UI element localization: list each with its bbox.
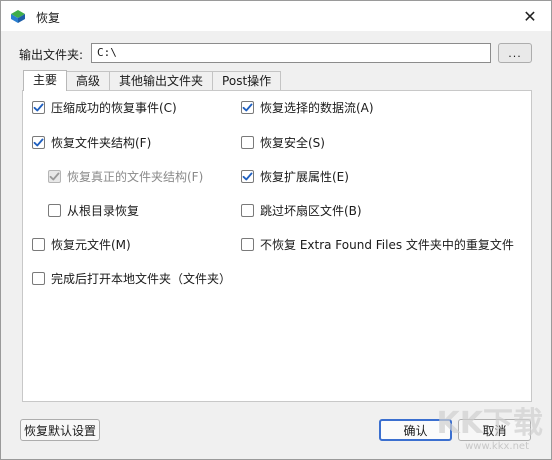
option-no-restore-duplicates[interactable]: 不恢复 Extra Found Files 文件夹中的重复文件 — [241, 236, 514, 253]
option-restore-security[interactable]: 恢复安全(S) — [241, 134, 325, 151]
option-label: 跳过坏扇区文件(B) — [260, 204, 362, 218]
checkbox[interactable] — [241, 170, 254, 183]
checkbox[interactable] — [241, 101, 254, 114]
checkmark-icon — [33, 138, 44, 147]
browse-button[interactable]: ... — [498, 43, 532, 63]
restore-defaults-button[interactable]: 恢复默认设置 — [20, 419, 100, 441]
option-label: 恢复元文件(M) — [51, 238, 131, 252]
option-label: 压缩成功的恢复事件(C) — [51, 101, 177, 115]
svg-text:www.kkx.net: www.kkx.net — [465, 441, 529, 452]
checkbox[interactable] — [241, 238, 254, 251]
checkbox[interactable] — [32, 136, 45, 149]
checkmark-icon — [33, 103, 44, 112]
output-folder-label: 输出文件夹: — [19, 48, 84, 62]
output-folder-input[interactable]: C:\ — [91, 43, 491, 63]
checkbox[interactable] — [48, 204, 61, 217]
ok-button[interactable]: 确认 — [379, 419, 452, 441]
option-label: 恢复安全(S) — [260, 136, 325, 150]
option-restore-folder-structure[interactable]: 恢复文件夹结构(F) — [32, 134, 151, 151]
checkmark-icon — [242, 172, 253, 181]
tab-bar: 主要 高级 其他输出文件夹 Post操作 — [23, 70, 282, 91]
tab-post-actions[interactable]: Post操作 — [212, 71, 282, 90]
checkbox[interactable] — [241, 204, 254, 217]
tab-other-output-folders[interactable]: 其他输出文件夹 — [109, 71, 214, 90]
option-restore-selected-streams[interactable]: 恢复选择的数据流(A) — [241, 99, 374, 116]
checkbox — [48, 170, 61, 183]
checkbox[interactable] — [32, 238, 45, 251]
option-restore-from-root[interactable]: 从根目录恢复 — [48, 202, 139, 219]
checkbox[interactable] — [32, 272, 45, 285]
main-tab-panel: 压缩成功的恢复事件(C) 恢复文件夹结构(F) 恢复真正的文件夹结构(F) 从根… — [22, 90, 532, 402]
option-compress-success[interactable]: 压缩成功的恢复事件(C) — [32, 99, 177, 116]
option-label: 恢复选择的数据流(A) — [260, 101, 374, 115]
option-restore-real-folder-structure: 恢复真正的文件夹结构(F) — [48, 168, 203, 185]
option-skip-bad-sectors[interactable]: 跳过坏扇区文件(B) — [241, 202, 362, 219]
option-open-local-folder[interactable]: 完成后打开本地文件夹（文件夹） — [32, 270, 231, 287]
option-label: 完成后打开本地文件夹（文件夹） — [51, 272, 232, 286]
window-title: 恢复 — [36, 11, 61, 25]
restore-dialog: 恢复 ✕ 输出文件夹: C:\ ... 主要 高级 其他输出文件夹 Post操作… — [0, 0, 552, 460]
checkmark-icon — [242, 103, 253, 112]
checkbox[interactable] — [32, 101, 45, 114]
tab-main[interactable]: 主要 — [23, 70, 68, 91]
app-icon — [9, 7, 27, 25]
option-restore-metafiles[interactable]: 恢复元文件(M) — [32, 236, 131, 253]
option-label: 不恢复 Extra Found Files 文件夹中的重复文件 — [260, 238, 514, 252]
option-label: 恢复文件夹结构(F) — [51, 136, 152, 150]
option-label: 恢复扩展属性(E) — [260, 170, 349, 184]
cancel-button[interactable]: 取消 — [458, 419, 531, 441]
option-label: 恢复真正的文件夹结构(F) — [67, 170, 204, 184]
checkbox[interactable] — [241, 136, 254, 149]
title-bar[interactable]: 恢复 ✕ — [1, 1, 551, 31]
option-label: 从根目录恢复 — [67, 204, 140, 218]
tab-advanced[interactable]: 高级 — [66, 71, 111, 90]
close-icon[interactable]: ✕ — [515, 3, 545, 29]
checkmark-icon — [49, 172, 60, 181]
option-restore-extended-attributes[interactable]: 恢复扩展属性(E) — [241, 168, 349, 185]
